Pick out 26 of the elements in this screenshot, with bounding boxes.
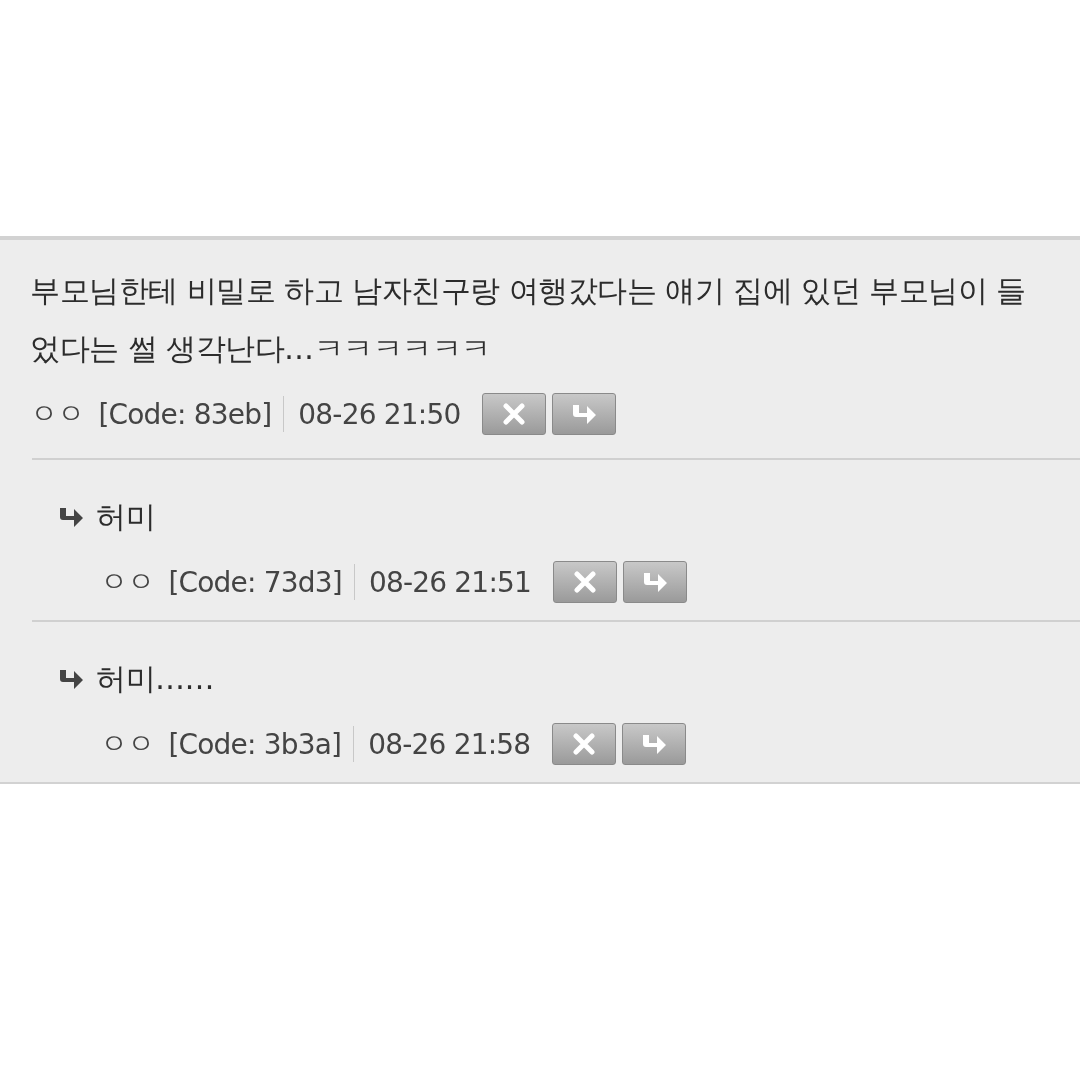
delete-button[interactable] — [482, 393, 547, 435]
delete-button[interactable] — [552, 723, 617, 765]
delete-button[interactable] — [553, 561, 618, 603]
author-code: [Code: 83eb] — [98, 397, 272, 431]
reply-arrow-icon — [58, 668, 84, 690]
author-name: ㅇㅇ — [30, 396, 85, 432]
reply-text: 허미 — [96, 498, 155, 536]
comment-text: 부모님한테 비밀로 하고 남자친구랑 여행갔다는 얘기 집에 있던 부모님이 들었다는 썰 생각난다…ㅋㅋㅋㅋㅋㅋ — [30, 272, 1027, 368]
reply-button[interactable] — [623, 561, 688, 603]
reply-text: 허미…… — [96, 660, 214, 698]
reply-arrow-icon — [58, 506, 84, 528]
author-name: ㅇㅇ — [100, 726, 155, 762]
timestamp: 08-26 21:51 — [368, 565, 532, 599]
timestamp: 08-26 21:58 — [368, 727, 531, 761]
reply-arrow-icon — [571, 403, 598, 425]
close-icon — [573, 733, 596, 755]
author-name: ㅇㅇ — [100, 564, 155, 600]
author-code: [Code: 73d3] — [168, 565, 342, 599]
author-code: [Code: 3b3a] — [168, 727, 342, 761]
reply-arrow-icon — [642, 571, 669, 593]
close-icon — [503, 403, 526, 425]
close-icon — [574, 571, 597, 593]
timestamp: 08-26 21:50 — [298, 397, 461, 431]
reply-button[interactable] — [552, 393, 617, 435]
reply-button[interactable] — [622, 723, 687, 765]
reply-arrow-icon — [641, 733, 668, 755]
